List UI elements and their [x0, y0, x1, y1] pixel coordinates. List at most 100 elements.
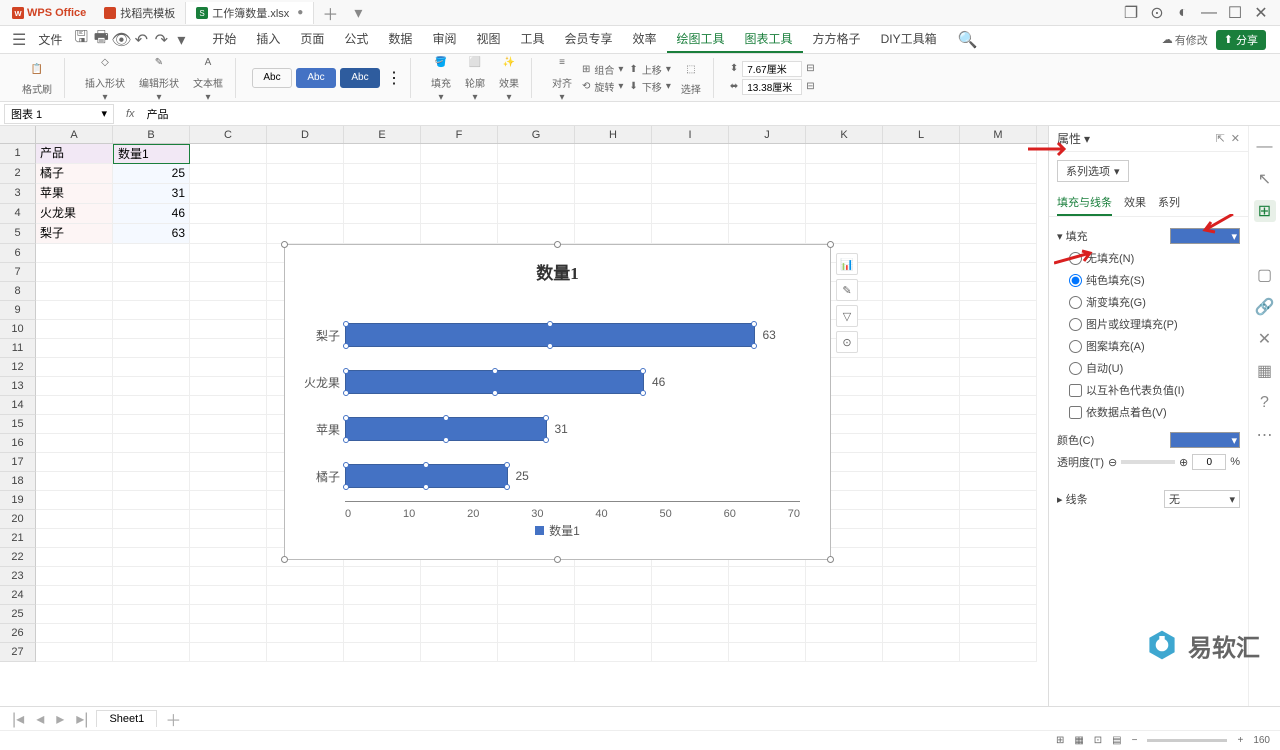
menu-tab-insert[interactable]: 插入	[246, 26, 290, 53]
row-header[interactable]: 2	[0, 164, 36, 184]
col-header-A[interactable]: A	[36, 126, 113, 143]
row-header[interactable]: 1	[0, 144, 36, 164]
resize-handle[interactable]	[827, 556, 834, 563]
props-tab-effect[interactable]: 效果	[1124, 190, 1146, 216]
row-header[interactable]: 15	[0, 415, 36, 434]
view-icon[interactable]: ⊞	[1056, 735, 1064, 746]
row-header[interactable]: 16	[0, 434, 36, 453]
zoom-value[interactable]: 160	[1253, 735, 1270, 746]
row-header[interactable]: 19	[0, 491, 36, 510]
row-header[interactable]: 8	[0, 282, 36, 301]
col-header-M[interactable]: M	[960, 126, 1037, 143]
rail-minimize-icon[interactable]: —	[1254, 136, 1276, 158]
fill-none-radio[interactable]: 无填充(N)	[1057, 247, 1240, 269]
select-button[interactable]: ⬚选择	[677, 59, 705, 96]
style-expand-icon[interactable]: ⋮	[386, 68, 402, 88]
fill-gradient-radio[interactable]: 渐变填充(G)	[1057, 291, 1240, 313]
chart-bar[interactable]	[345, 464, 508, 488]
row-header[interactable]: 10	[0, 320, 36, 339]
fill-picture-radio[interactable]: 图片或纹理填充(P)	[1057, 313, 1240, 335]
row-header[interactable]: 7	[0, 263, 36, 282]
col-header-F[interactable]: F	[421, 126, 498, 143]
hamburger-icon[interactable]: ☰	[6, 30, 32, 50]
chart-bar[interactable]	[345, 323, 755, 347]
menu-tab-data[interactable]: 数据	[378, 26, 422, 53]
menu-tab-formula[interactable]: 公式	[334, 26, 378, 53]
tab-templates[interactable]: 找稻壳模板	[94, 2, 186, 24]
undo-icon[interactable]: ↶	[132, 31, 150, 49]
zoom-out-icon[interactable]: −	[1132, 735, 1138, 746]
col-header-D[interactable]: D	[267, 126, 344, 143]
chart-bar[interactable]	[345, 417, 547, 441]
chart-bar-row[interactable]: 橘子 25	[345, 463, 800, 489]
row-header[interactable]: 22	[0, 548, 36, 567]
effect-button[interactable]: ✨效果 ▾	[495, 53, 523, 103]
props-tab-fill[interactable]: 填充与线条	[1057, 190, 1112, 216]
sheet-tab-1[interactable]: Sheet1	[96, 710, 157, 727]
color-picker[interactable]: ▾	[1170, 432, 1240, 448]
fill-button[interactable]: 🪣填充 ▾	[427, 53, 455, 103]
view-icon-3[interactable]: ⊡	[1094, 735, 1102, 746]
row-header[interactable]: 14	[0, 396, 36, 415]
col-header-L[interactable]: L	[883, 126, 960, 143]
row-header[interactable]: 18	[0, 472, 36, 491]
window-help-icon[interactable]: ⊙	[1150, 6, 1164, 20]
menu-tab-drawing[interactable]: 绘图工具	[667, 26, 735, 53]
cell-B5[interactable]: 63	[113, 224, 190, 244]
sheet-nav-first[interactable]: |◂	[8, 709, 28, 729]
cell-B1[interactable]: 数量1	[113, 144, 190, 164]
row-header[interactable]: 4	[0, 204, 36, 224]
bypoint-checkbox[interactable]: 依数据点着色(V)	[1057, 401, 1240, 423]
transparency-slider[interactable]	[1121, 460, 1175, 464]
col-header-C[interactable]: C	[190, 126, 267, 143]
col-header-I[interactable]: I	[652, 126, 729, 143]
rail-properties-icon[interactable]: ⊞	[1254, 200, 1276, 222]
add-sheet-button[interactable]: ＋	[161, 707, 185, 731]
fill-auto-radio[interactable]: 自动(U)	[1057, 357, 1240, 379]
window-restore-icon[interactable]: ❐	[1124, 6, 1138, 20]
cell-B2[interactable]: 25	[113, 164, 190, 184]
menu-tab-view[interactable]: 视图	[466, 26, 510, 53]
menu-tab-page[interactable]: 页面	[290, 26, 334, 53]
preview-icon[interactable]: 👁	[112, 31, 130, 49]
window-maximize-icon[interactable]: ☐	[1228, 6, 1242, 20]
fill-color-swatch[interactable]: ▾	[1170, 228, 1240, 244]
rail-select-icon[interactable]: ↖	[1254, 168, 1276, 190]
menu-tab-start[interactable]: 开始	[202, 26, 246, 53]
height-input[interactable]	[742, 61, 802, 77]
menu-file[interactable]: 文件	[32, 31, 68, 48]
rail-link-icon[interactable]: 🔗	[1254, 296, 1276, 318]
transparency-increment[interactable]: ⊕	[1179, 456, 1188, 469]
format-brush-button[interactable]: 📋格式刷	[18, 59, 56, 96]
chart-plot[interactable]: 010203040506070 梨子 63火龙果 46苹果	[345, 292, 800, 502]
row-header[interactable]: 27	[0, 643, 36, 662]
line-select[interactable]: 无 ▾	[1164, 490, 1240, 508]
chart-settings-button[interactable]: ⊙	[836, 331, 858, 353]
chart-object[interactable]: 数量1 010203040506070 梨子 63火龙果 46苹果	[284, 244, 831, 560]
row-header[interactable]: 12	[0, 358, 36, 377]
row-header[interactable]: 23	[0, 567, 36, 586]
row-header[interactable]: 17	[0, 453, 36, 472]
transparency-input[interactable]	[1192, 454, 1226, 470]
menu-tab-chart[interactable]: 图表工具	[735, 26, 803, 53]
sheet-nav-last[interactable]: ▸|	[72, 709, 92, 729]
rail-more-icon[interactable]: ⋯	[1254, 424, 1276, 446]
cell-B4[interactable]: 46	[113, 204, 190, 224]
zoom-slider[interactable]	[1147, 739, 1227, 742]
menu-tab-tools[interactable]: 工具	[510, 26, 554, 53]
cell-A5[interactable]: 梨子	[36, 224, 113, 244]
row-header[interactable]: 24	[0, 586, 36, 605]
style-gallery[interactable]: Abc Abc Abc	[252, 68, 380, 88]
row-header[interactable]: 6	[0, 244, 36, 263]
row-header[interactable]: 9	[0, 301, 36, 320]
rail-help-icon[interactable]: ?	[1254, 392, 1276, 414]
line-section-header[interactable]: ▸ 线条	[1057, 491, 1088, 507]
fill-section-header[interactable]: ▾ 填充 ▾	[1057, 225, 1240, 247]
group-button[interactable]: ⊞ 组合 ▾	[582, 62, 623, 77]
col-header-B[interactable]: B	[113, 126, 190, 143]
insert-shape-button[interactable]: ◇插入形状 ▾	[81, 53, 129, 103]
complement-checkbox[interactable]: 以互补色代表负值(I)	[1057, 379, 1240, 401]
align-button[interactable]: ≡对齐 ▾	[548, 53, 576, 103]
view-icon-2[interactable]: ▦	[1074, 735, 1083, 746]
move-down-button[interactable]: ⬇ 下移 ▾	[629, 79, 670, 94]
